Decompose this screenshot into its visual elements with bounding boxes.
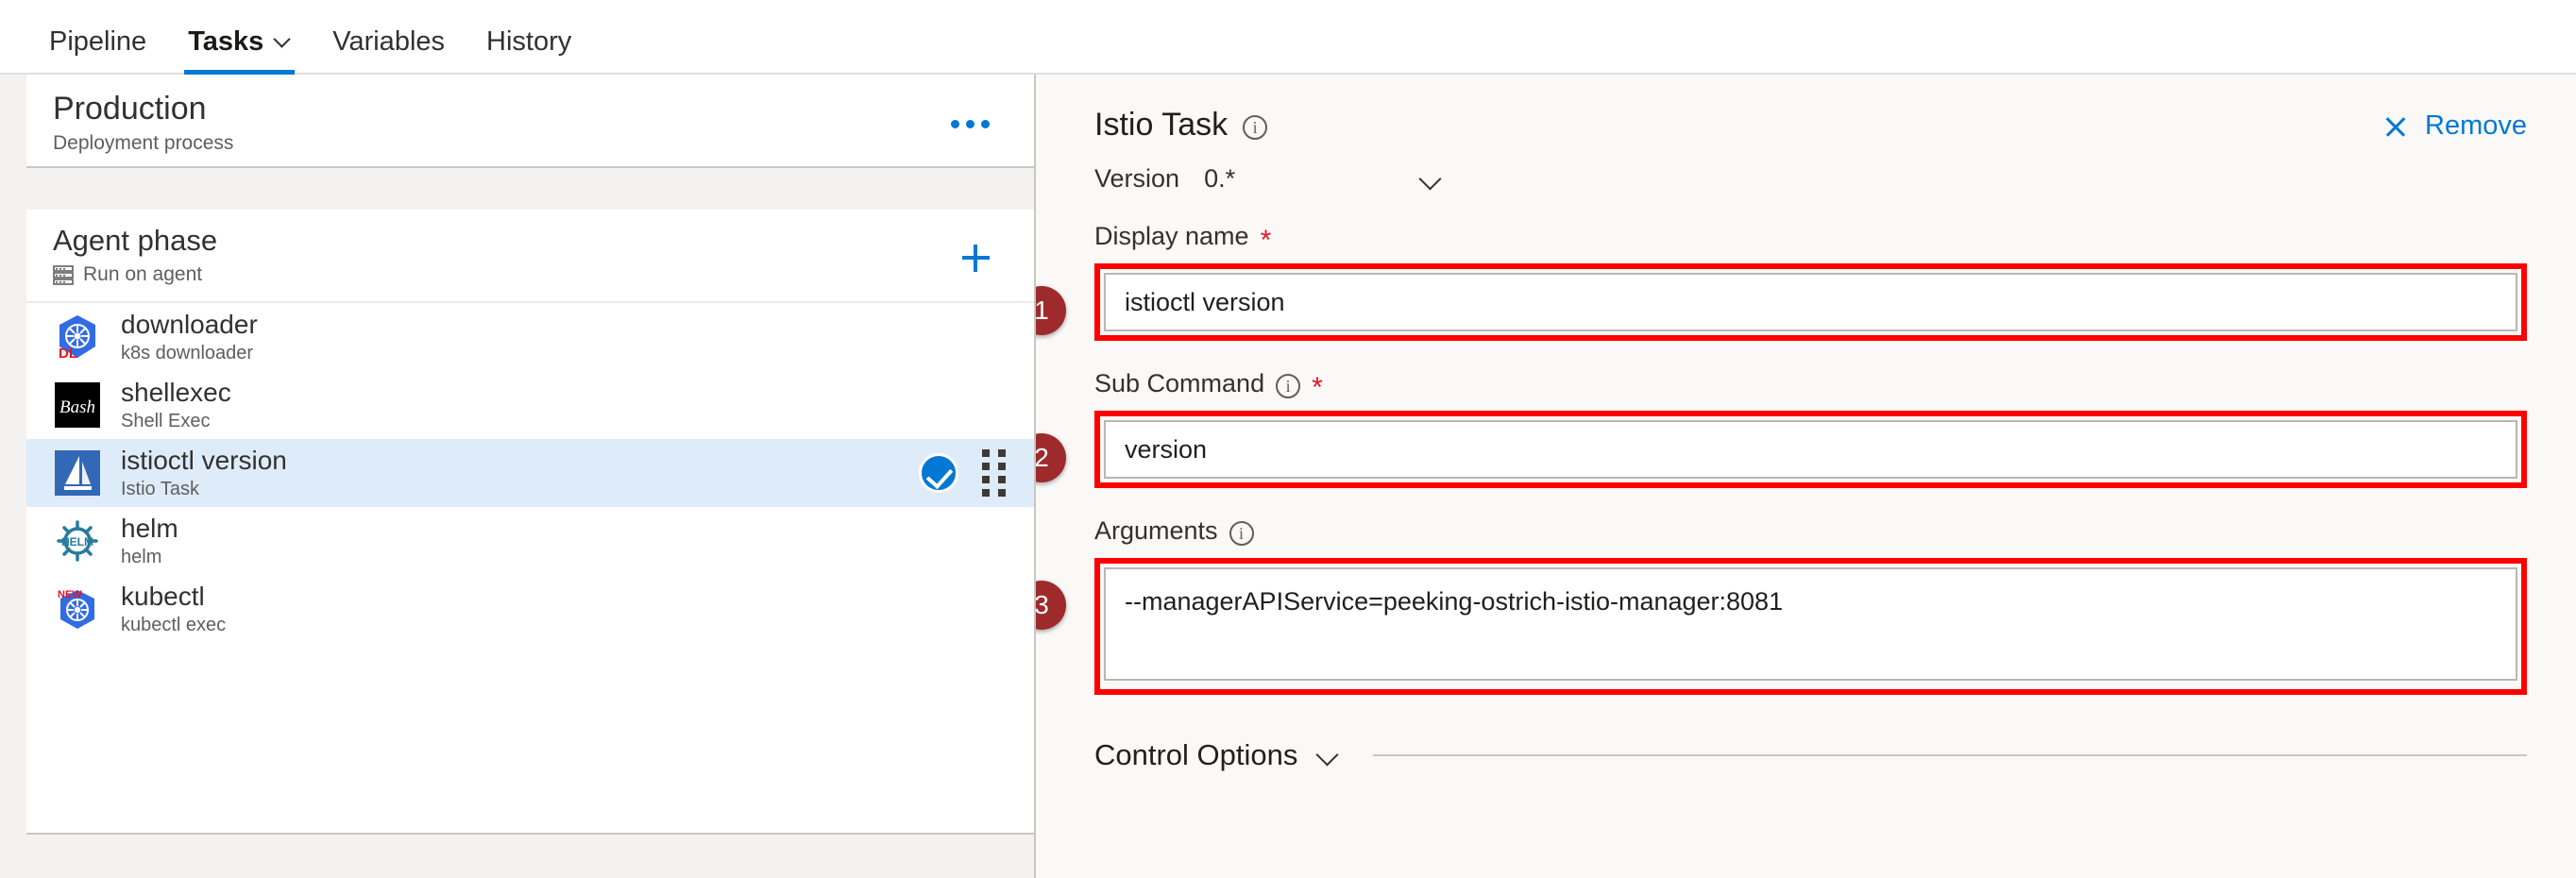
field-display-name-label-row: Display name * (1094, 222, 2527, 254)
required-asterisk: * (1260, 224, 1272, 256)
process-overflow-menu-button[interactable] (932, 97, 1008, 150)
display-name-input[interactable] (1104, 273, 2517, 331)
field-sub-command-label-row: Sub Command * (1094, 369, 2527, 401)
task-list-item-istioctl-version[interactable]: istioctl version Istio Task (26, 439, 1034, 507)
version-selector[interactable]: Version 0.* (1094, 164, 1444, 194)
agent-phase-subtitle-row: Run on agent (53, 263, 217, 286)
chevron-down-icon (275, 32, 291, 48)
close-icon (2383, 114, 2408, 139)
task-description: kubectl exec (121, 615, 227, 636)
version-value: 0.* (1204, 164, 1236, 193)
task-drag-handle[interactable] (977, 449, 1009, 497)
annotation-box-3: 3 (1036, 558, 2527, 695)
info-icon[interactable] (1243, 114, 1268, 140)
bash-icon: Bash (53, 380, 102, 430)
tab-history-label: History (486, 26, 572, 57)
field-label: Display name (1094, 222, 1249, 250)
ellipsis-icon-dot (980, 119, 990, 128)
svg-text:DL: DL (59, 346, 77, 362)
field-arguments: Arguments 3 (1036, 516, 2527, 695)
info-icon[interactable] (1276, 373, 1301, 398)
chevron-down-icon (1316, 743, 1341, 768)
tab-variables[interactable]: Variables (312, 26, 466, 75)
control-options-label: Control Options (1094, 738, 1298, 771)
tab-pipeline-label: Pipeline (49, 26, 147, 57)
agent-phase-subtitle: Run on agent (83, 263, 203, 286)
page-title: Istio Task (1094, 107, 1229, 143)
task-list-item-downloader[interactable]: DL downloader k8s downloader (26, 303, 1034, 371)
section-divider (1373, 754, 2527, 756)
task-name: shellexec (121, 377, 231, 407)
tasks-sidebar: Production Deployment process Agent phas… (0, 75, 1034, 878)
main-content: Production Deployment process Agent phas… (0, 75, 2576, 878)
svg-text:Bash: Bash (59, 397, 95, 417)
annotation-badge-3: 3 (1036, 581, 1066, 630)
field-label: Sub Command (1094, 369, 1265, 397)
task-details-title-row: Istio Task (1094, 107, 1268, 144)
tab-pipeline[interactable]: Pipeline (28, 26, 167, 75)
helm-icon: HELM (53, 516, 102, 566)
task-description: Shell Exec (121, 411, 211, 432)
kubernetes-downloader-icon: DL (53, 312, 102, 362)
field-label: Arguments (1094, 516, 1218, 545)
tab-variables-label: Variables (332, 26, 446, 57)
sub-command-input[interactable] (1104, 420, 2517, 479)
process-header: Production Deployment process (26, 75, 1034, 168)
server-icon (53, 264, 74, 285)
field-sub-command: Sub Command * 2 (1036, 369, 2527, 488)
sidebar-gutter (0, 75, 26, 878)
arguments-textarea[interactable] (1104, 567, 2517, 681)
task-description: helm (121, 547, 162, 568)
ellipsis-icon-dot (950, 119, 959, 128)
task-details-header: Istio Task Remove (1094, 107, 2527, 144)
field-display-name: Display name * 1 (1036, 222, 2527, 341)
field-arguments-label-row: Arguments (1094, 516, 2527, 546)
annotation-badge-2: 2 (1036, 433, 1066, 482)
annotation-box-2: 2 (1036, 411, 2527, 488)
annotation-box-1: 1 (1036, 263, 2527, 341)
agent-phase-title: Agent phase (53, 224, 218, 257)
top-navigation-bar: Pipeline Tasks Variables History (0, 0, 2576, 75)
kubernetes-new-icon: NEW (53, 584, 102, 633)
chevron-down-icon (1419, 167, 1444, 192)
svg-text:NEW: NEW (58, 589, 82, 600)
tab-history[interactable]: History (466, 26, 592, 75)
version-label: Version (1094, 164, 1180, 193)
svg-text:HELM: HELM (61, 535, 93, 549)
remove-button-label: Remove (2425, 110, 2527, 141)
task-enabled-check-icon[interactable] (919, 453, 958, 493)
task-list-item-shellexec[interactable]: Bash shellexec Shell Exec (26, 371, 1034, 439)
task-list-item-kubectl[interactable]: NEW kubectl kubectl exec (26, 575, 1034, 643)
required-asterisk: * (1312, 371, 1323, 403)
tab-tasks[interactable]: Tasks (167, 26, 312, 75)
tab-tasks-label: Tasks (188, 26, 264, 57)
task-description: k8s downloader (121, 343, 254, 364)
sidebar-bottom-fill (26, 835, 1034, 878)
task-list: DL downloader k8s downloader Bash shelle… (26, 303, 1034, 835)
task-description: Istio Task (121, 479, 199, 500)
task-name: helm (121, 513, 178, 543)
task-details-panel: Istio Task Remove Version 0.* Display na… (1034, 75, 2576, 878)
istio-icon (53, 448, 102, 498)
task-list-item-helm[interactable]: HELM helm helm (26, 507, 1034, 575)
agent-phase-header[interactable]: Agent phase Run on agent (26, 210, 1034, 303)
task-name: downloader (121, 309, 258, 339)
info-icon[interactable] (1229, 520, 1254, 546)
task-name: istioctl version (121, 445, 287, 475)
process-title: Production (53, 91, 207, 127)
task-name: kubectl (121, 581, 205, 611)
annotation-badge-1: 1 (1036, 286, 1066, 335)
ellipsis-icon-dot (965, 119, 974, 128)
add-task-button[interactable] (938, 225, 1013, 291)
process-subtitle: Deployment process (53, 132, 234, 155)
sidebar-section-gap (26, 168, 1034, 210)
control-options-section[interactable]: Control Options (1094, 738, 2527, 772)
remove-task-button[interactable]: Remove (2383, 110, 2527, 142)
